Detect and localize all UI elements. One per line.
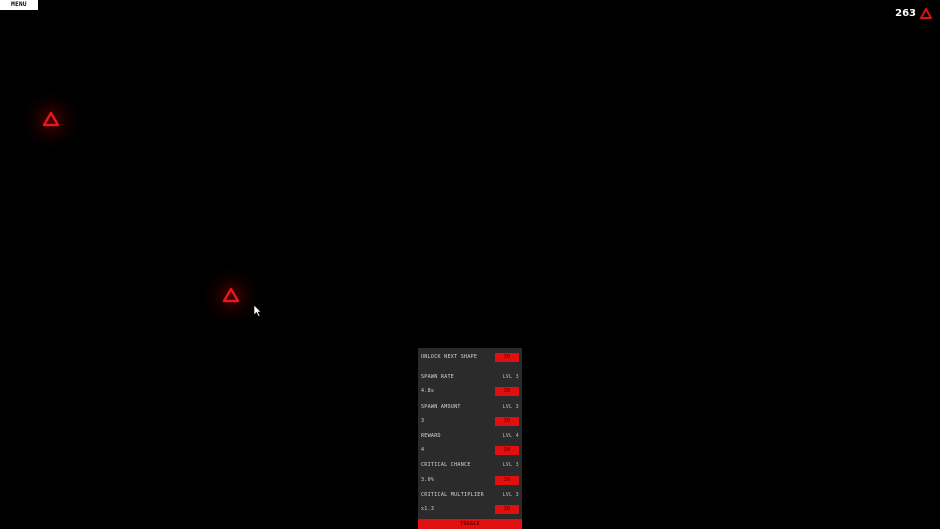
upgrade-label: SPAWN AMOUNT <box>421 404 461 410</box>
spawn-rate-row: 4.8s 30 <box>421 386 519 396</box>
critical-chance-buy-button[interactable]: 30 <box>495 475 519 485</box>
upgrade-unlock-row: UNLOCK NEXT SHAPE 30 <box>421 352 519 362</box>
critical-chance-header: CRITICAL CHANCE LVL 3 <box>421 460 519 470</box>
spawn-amount-buy-button[interactable]: 30 <box>495 416 519 426</box>
mouse-cursor-icon <box>254 305 262 317</box>
score-value: 263 <box>895 8 916 19</box>
game-canvas[interactable]: MENU 263 UNLOCK NEXT SHAPE 30 SPAWN RATE… <box>0 0 940 529</box>
spawn-amount-row: 3 30 <box>421 416 519 426</box>
reward-buy-button[interactable]: 30 <box>495 445 519 455</box>
upgrade-value: 3 <box>421 418 425 424</box>
upgrade-level: LVL 3 <box>502 492 519 498</box>
reward-header: REWARD LVL 4 <box>421 431 519 441</box>
upgrade-label: UNLOCK NEXT SHAPE <box>421 354 478 360</box>
triangle-icon <box>222 287 240 303</box>
critical-multiplier-header: CRITICAL MULTIPLIER LVL 3 <box>421 490 519 500</box>
upgrade-level: LVL 4 <box>502 433 519 439</box>
upgrade-label: CRITICAL CHANCE <box>421 462 471 468</box>
upgrade-label: REWARD <box>421 433 441 439</box>
critical-multiplier-row: x1.3 30 <box>421 504 519 514</box>
triangle-icon <box>42 111 60 127</box>
upgrade-level: LVL 3 <box>502 374 519 380</box>
triangle-shape[interactable] <box>21 90 81 150</box>
upgrade-level: LVL 3 <box>502 404 519 410</box>
reward-row: 4 30 <box>421 445 519 455</box>
unlock-shape-button[interactable]: 30 <box>495 352 519 362</box>
upgrade-value: 4 <box>421 447 425 453</box>
upgrade-value: 3.0% <box>421 477 435 483</box>
upgrade-value: x1.3 <box>421 506 435 512</box>
toggle-panel-button[interactable]: TOGGLE <box>418 519 522 529</box>
spawn-rate-header: SPAWN RATE LVL 3 <box>421 372 519 382</box>
triangle-shape[interactable] <box>201 266 261 326</box>
upgrade-value: 4.8s <box>421 388 435 394</box>
upgrade-label: CRITICAL MULTIPLIER <box>421 492 484 498</box>
upgrade-panel: UNLOCK NEXT SHAPE 30 SPAWN RATE LVL 3 4.… <box>418 348 522 529</box>
triangle-icon <box>920 8 932 19</box>
spawn-amount-header: SPAWN AMOUNT LVL 3 <box>421 402 519 412</box>
upgrade-label: SPAWN RATE <box>421 374 455 380</box>
spawn-rate-buy-button[interactable]: 30 <box>495 386 519 396</box>
critical-chance-row: 3.0% 30 <box>421 475 519 485</box>
critical-multiplier-buy-button[interactable]: 30 <box>495 504 519 514</box>
menu-button[interactable]: MENU <box>0 0 38 10</box>
score-display: 263 <box>895 8 932 19</box>
upgrade-level: LVL 3 <box>502 462 519 468</box>
